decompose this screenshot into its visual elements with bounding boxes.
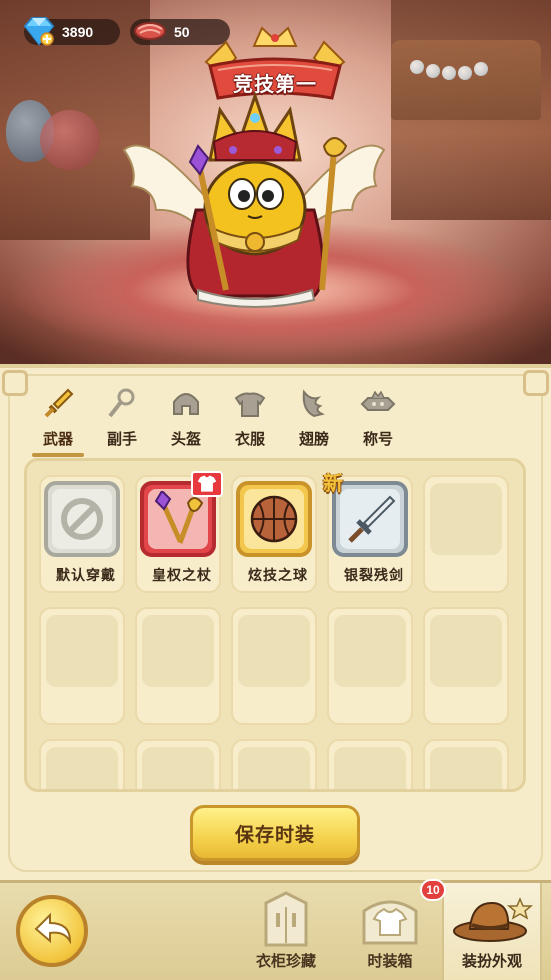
gem-amount: 3890 [62, 24, 94, 40]
item-grid-container[interactable]: 默认穿戴 皇权之杖 炫技之球 新 银裂残剑 [24, 458, 526, 792]
hat-icon [453, 897, 534, 942]
pearl-decoration [410, 60, 424, 74]
pearl-decoration [442, 66, 456, 80]
tab-armor-label: 衣服 [234, 431, 265, 448]
empty-slot [423, 607, 509, 725]
bottom-nav-bar: 衣柜珍藏 时装箱 10 装扮外观 [0, 879, 551, 980]
item-name: 银裂残剑 [344, 567, 404, 583]
meat-icon [134, 22, 166, 40]
item-name: 炫技之球 [248, 567, 308, 583]
sword-icon [44, 388, 74, 418]
nav-wardrobe-label: 衣柜珍藏 [255, 953, 316, 970]
tab-weapon-label: 武器 [42, 431, 73, 448]
scepter-icon [154, 491, 204, 544]
panel-corner [523, 370, 549, 396]
nav-dress-up-label: 装扮外观 [461, 953, 522, 970]
broken-sword-icon [348, 495, 396, 543]
shirt-icon [197, 475, 217, 492]
save-outfit-button[interactable]: 保存时装 [190, 805, 360, 861]
wings-icon [302, 389, 325, 418]
tab-offhand-label: 副手 [106, 431, 137, 448]
empty-slot [231, 739, 317, 789]
pearl-decoration [426, 64, 440, 78]
item-frame [44, 481, 120, 557]
empty-slot [135, 607, 221, 725]
background-chest [391, 40, 541, 120]
empty-slot [231, 607, 317, 725]
item-broken-silver-sword[interactable]: 新 银裂残剑 [323, 473, 413, 593]
equipped-outfit-badge [191, 471, 223, 497]
nav-dress-up[interactable]: 装扮外观 [446, 889, 538, 977]
tab-wings-label: 翅膀 [298, 431, 329, 448]
empty-slot [135, 739, 221, 789]
clothes-chest-icon [362, 900, 418, 945]
hero-showcase: 3890 50 竞技第一 [0, 0, 551, 370]
chest-count-badge: 10 [420, 879, 446, 901]
pearl-decoration [474, 62, 488, 76]
tab-wings[interactable]: 翅膀 [282, 384, 346, 456]
item-name: 默认穿戴 [56, 567, 116, 583]
no-entry-icon [61, 498, 103, 540]
item-royal-scepter[interactable]: 皇权之杖 [135, 471, 223, 593]
gem-counter[interactable]: 3890 [23, 17, 120, 46]
diamond-icon [23, 17, 55, 46]
back-button[interactable] [16, 895, 88, 967]
tab-title-label: 称号 [362, 431, 393, 448]
category-tabs: 武器 副手 头盔 衣服 翅膀 称号 [26, 384, 416, 457]
helmet-icon [173, 393, 199, 415]
basketball-icon [250, 495, 298, 543]
tab-helmet-label: 头盔 [170, 431, 201, 448]
empty-slot [423, 739, 509, 789]
empty-slot [39, 739, 125, 789]
tab-offhand[interactable]: 副手 [90, 384, 154, 456]
tab-armor[interactable]: 衣服 [218, 384, 282, 456]
item-frame [332, 481, 408, 557]
item-default[interactable]: 默认穿戴 [39, 475, 125, 593]
empty-slot [327, 607, 413, 725]
pearl-decoration [458, 66, 472, 80]
nav-fashion-chest[interactable]: 时装箱 [344, 889, 436, 977]
hero-character[interactable] [118, 90, 390, 310]
empty-slot [39, 607, 125, 725]
wand-icon [108, 388, 135, 418]
tab-helmet[interactable]: 头盔 [154, 384, 218, 456]
nav-fashion-chest-label: 时装箱 [367, 953, 413, 970]
item-grid: 默认穿戴 皇权之杖 炫技之球 新 银裂残剑 [39, 471, 509, 789]
panel-corner [2, 370, 28, 396]
new-item-tag: 新 [323, 473, 343, 495]
tab-weapon[interactable]: 武器 [26, 384, 90, 457]
title-plate-icon [360, 390, 396, 411]
wardrobe-icon [264, 891, 308, 947]
back-arrow-icon [34, 912, 72, 945]
nav-wardrobe-collection[interactable]: 衣柜珍藏 [240, 889, 332, 977]
tab-title[interactable]: 称号 [346, 384, 410, 456]
empty-slot [423, 475, 509, 593]
item-frame [236, 481, 312, 557]
item-flashy-ball[interactable]: 炫技之球 [231, 475, 317, 593]
armor-icon [234, 392, 266, 417]
item-name: 皇权之杖 [152, 567, 212, 583]
meat-amount: 50 [174, 24, 190, 40]
wardrobe-panel: 武器 副手 头盔 衣服 翅膀 称号 默认穿戴 皇权之杖 炫技之球 新 银裂残剑 … [0, 364, 551, 880]
empty-slot [327, 739, 413, 789]
background-egg [40, 110, 100, 170]
